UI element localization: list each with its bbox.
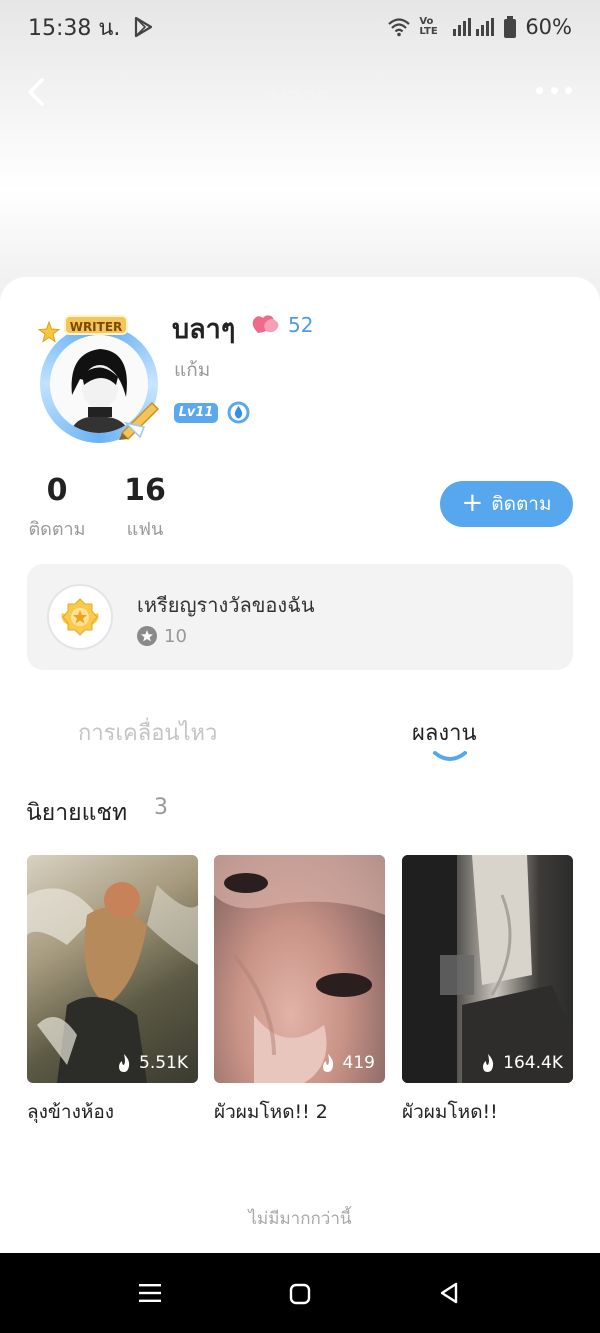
section-title: นิยายแชท [26,800,128,826]
back-icon[interactable] [438,1281,460,1305]
book-card[interactable]: 164.4K ผัวผมโหด!! [402,855,573,1127]
volte-icon: Vo LTE [419,16,438,37]
fans-label: แฟน [126,519,164,540]
plus-icon: + [461,487,484,518]
book-title: ผัวผมโหด!! 2 [214,1101,328,1123]
signal-icon [453,18,495,36]
book-views: 419 [319,1053,375,1073]
fans-stat[interactable]: 16 แฟน [116,473,174,543]
book-cover: 164.4K [402,855,573,1083]
profile-tabs: การเคลื่อนไหว ผลงาน [0,705,600,765]
book-views-count: 164.4K [503,1053,563,1073]
profile-name: บลาๆ [172,314,236,345]
home-icon[interactable] [289,1283,311,1305]
medal-star-icon [137,626,157,646]
book-card[interactable]: 419 ผัวผมโหด!! 2 [214,855,385,1127]
avatar[interactable]: WRITER [28,313,170,445]
recent-apps-icon[interactable] [139,1283,161,1303]
end-of-list-text: ไม่มีมากกว่านี้ [248,1209,352,1229]
book-views-count: 419 [342,1053,375,1073]
profile-card: WRITER บลาๆ 52 แก้ม Lv11 0 ติดตาม 16 แฟน… [0,277,600,1253]
status-indicators: Vo LTE 60% [387,15,572,39]
book-card[interactable]: 5.51K ลุงข้างห้อง [27,855,198,1127]
follow-button[interactable]: + ติดตาม [440,481,573,527]
drop-badge-icon [227,401,250,424]
writer-frame-badge: WRITER [64,315,128,335]
medals-title: เหรียญรางวัลของฉัน [137,593,315,617]
wifi-icon [388,18,411,37]
play-store-icon [135,16,153,38]
medals-card[interactable]: เหรียญรางวัลของฉัน 10 [27,564,573,670]
flame-icon [322,1054,333,1072]
book-cover: 419 [214,855,385,1083]
level-badge: Lv11 [174,403,218,423]
medal-badge [47,584,113,650]
following-count: 0 [46,473,68,508]
tab-activity[interactable]: การเคลื่อนไหว [78,715,217,750]
page-title: บลาๆ [269,82,331,112]
section-count: 3 [154,795,168,820]
battery-icon [504,16,517,38]
follow-label: ติดตาม [491,493,552,515]
medals-count: 10 [164,626,187,647]
profile-subname: แก้ม [174,359,211,381]
dot-icon [550,87,558,94]
battery-level: 60% [525,15,572,39]
more-options-button[interactable] [536,87,572,97]
book-cover: 5.51K [27,855,198,1083]
flame-icon [119,1054,130,1072]
medal-icon [61,598,99,636]
tab-active-indicator [433,751,467,761]
heart-count: 52 [288,313,314,337]
dot-icon [565,87,572,94]
fans-count: 16 [124,473,166,508]
book-views-count: 5.51K [139,1053,188,1073]
dot-icon [536,87,543,94]
flame-icon [483,1054,494,1072]
book-title: ลุงข้างห้อง [27,1101,115,1123]
following-stat[interactable]: 0 ติดตาม [26,473,88,543]
pen-icon [119,401,160,441]
book-title: ผัวผมโหด!! [402,1101,498,1123]
book-views: 5.51K [115,1053,188,1073]
status-time: 15:38 น. [28,15,121,41]
following-label: ติดตาม [28,519,86,540]
tab-works[interactable]: ผลงาน [412,715,477,750]
top-nav: บลาๆ [0,62,600,122]
heart-icon [252,315,279,333]
status-bar: 15:38 น. Vo LTE 60% [0,0,600,54]
system-navigation-bar [0,1253,600,1333]
book-views: 164.4K [479,1053,563,1073]
star-icon [38,321,60,343]
